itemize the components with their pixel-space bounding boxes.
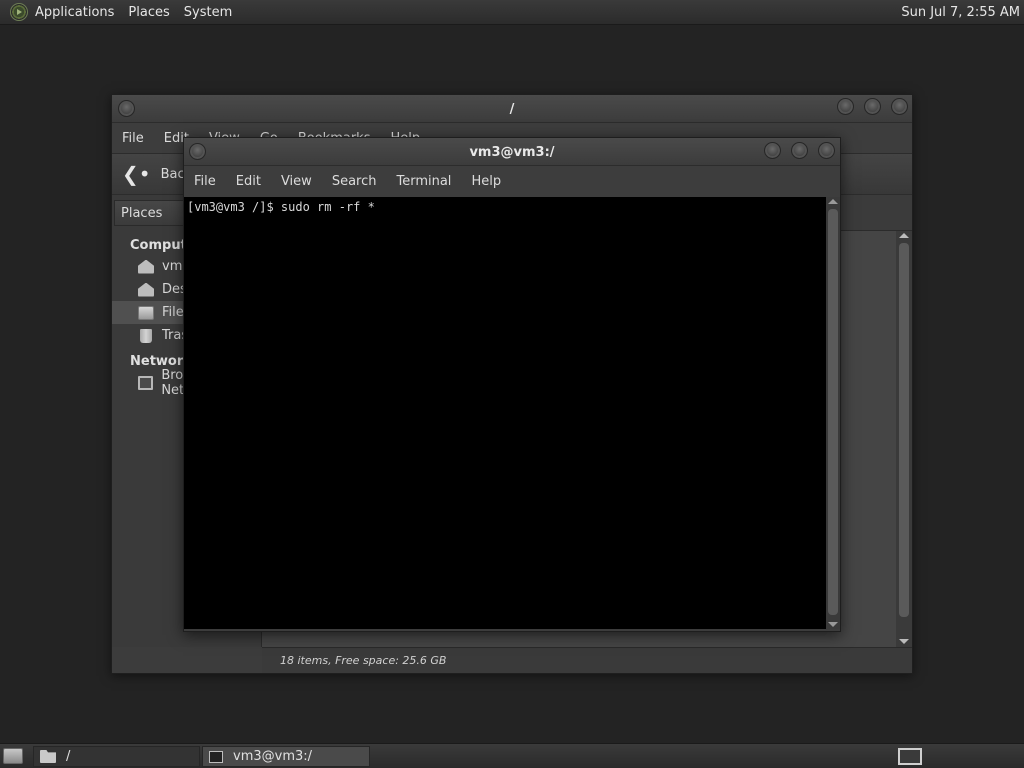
clock[interactable]: Sun Jul 7, 2:55 AM [901,0,1020,25]
menu-file[interactable]: File [112,131,154,146]
top-panel-menu: Applications Places System [0,0,239,24]
status-bar: 18 items, Free space: 25.6 GB [262,647,912,673]
scroll-up-icon[interactable] [899,233,909,238]
distro-logo-icon[interactable] [10,3,28,21]
terminal-titlebar[interactable]: vm3@vm3:/ [184,138,840,166]
scrollbar-thumb[interactable] [828,209,838,615]
terminal-icon [209,750,223,763]
scroll-down-icon[interactable] [828,622,838,627]
terminal-scrollbar[interactable] [826,197,840,629]
file-manager-title: / [509,101,515,117]
terminal-menu-view[interactable]: View [271,174,322,189]
taskbar-item-label: / [66,749,71,764]
scroll-up-icon[interactable] [828,199,838,204]
taskbar-item-file-manager[interactable]: / [33,746,200,767]
places-menu[interactable]: Places [121,0,176,24]
show-desktop-icon[interactable] [3,748,23,764]
taskbar-item-terminal[interactable]: vm3@vm3:/ [202,746,370,767]
terminal-menubar: File Edit View Search Terminal Help [184,166,840,197]
terminal-title: vm3@vm3:/ [469,144,555,160]
terminal-menu-search[interactable]: Search [322,174,387,189]
drive-icon [138,305,154,320]
scroll-down-icon[interactable] [899,639,909,644]
top-panel: Applications Places System Sun Jul 7, 2:… [0,0,1024,25]
home-icon [138,259,154,274]
workspace-switcher[interactable] [898,748,922,765]
terminal-window: vm3@vm3:/ File Edit View Search Terminal… [183,137,841,632]
network-icon [138,375,154,390]
bottom-taskbar: / vm3@vm3:/ [0,743,1024,768]
close-button[interactable] [891,98,908,115]
file-list-scrollbar[interactable] [896,231,912,647]
file-manager-titlebar[interactable]: / [112,95,912,123]
terminal-menu-edit[interactable]: Edit [226,174,271,189]
close-button[interactable] [818,142,835,159]
taskbar-item-label: vm3@vm3:/ [233,749,313,764]
minimize-button[interactable] [764,142,781,159]
terminal-command-line: [vm3@vm3 /]$ sudo rm -rf * [187,200,375,214]
terminal-menu-file[interactable]: File [184,174,226,189]
maximize-button[interactable] [791,142,808,159]
trash-icon [140,328,152,343]
maximize-button[interactable] [864,98,881,115]
system-menu[interactable]: System [177,0,239,24]
terminal-menu-help[interactable]: Help [461,174,511,189]
minimize-button[interactable] [837,98,854,115]
scrollbar-thumb[interactable] [899,243,909,617]
applications-menu[interactable]: Applications [28,0,121,24]
terminal-output[interactable]: [vm3@vm3 /]$ sudo rm -rf * [184,197,826,629]
terminal-menu-terminal[interactable]: Terminal [386,174,461,189]
desktop-icon [138,282,154,297]
back-button[interactable]: ❮• Back [122,164,192,184]
back-arrow-icon: ❮• [122,162,151,186]
folder-icon [40,750,56,763]
